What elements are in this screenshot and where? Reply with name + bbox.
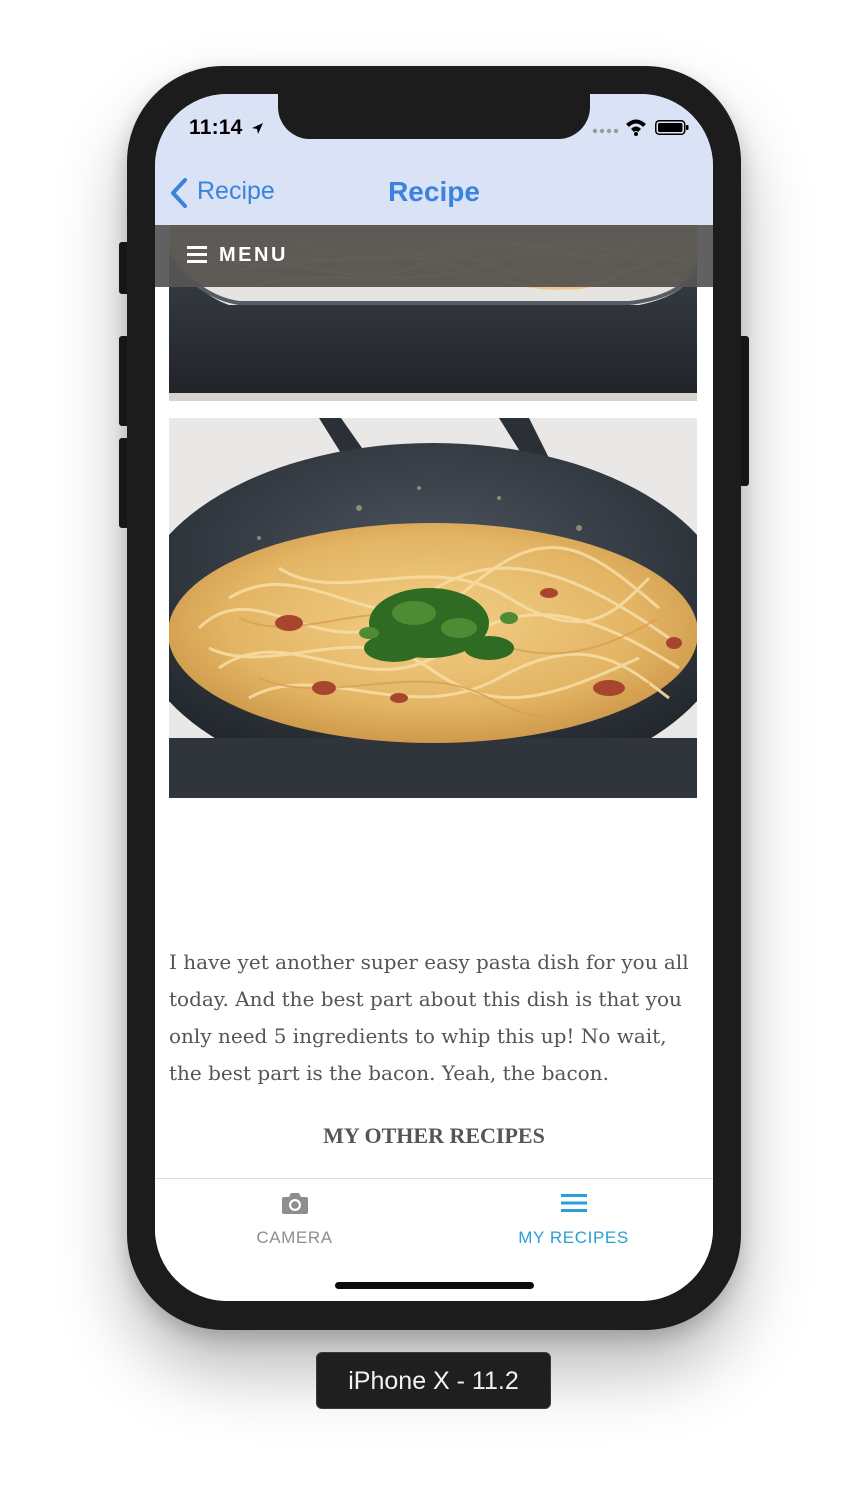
location-arrow-icon (252, 123, 263, 134)
device-screen: MENU I have yet another super easy pasta… (155, 94, 713, 1301)
notch (278, 94, 590, 139)
section-heading: MY OTHER RECIPES (323, 1123, 545, 1148)
tab-camera[interactable]: CAMERA (155, 1179, 434, 1259)
camera-icon (282, 1193, 308, 1214)
page-title: Recipe (388, 176, 480, 207)
signal-icon (592, 128, 619, 134)
status-time: 11:14 (189, 116, 243, 139)
tab-camera-label: CAMERA (256, 1228, 333, 1247)
simulator-device-label: iPhone X - 11.2 (316, 1352, 551, 1409)
web-content[interactable]: MENU I have yet another super easy pasta… (155, 225, 713, 1178)
hamburger-icon (187, 246, 207, 263)
wifi-icon (626, 119, 646, 136)
menu-label: MENU (219, 244, 288, 266)
menu-bar[interactable]: MENU (155, 225, 713, 287)
recipe-description: I have yet another super easy pasta dish… (169, 950, 689, 1085)
pasta-carbonara-photo (169, 418, 697, 798)
tab-my-recipes-label: MY RECIPES (518, 1228, 629, 1247)
home-indicator[interactable] (335, 1282, 534, 1289)
list-icon (561, 1194, 587, 1212)
tab-my-recipes[interactable]: MY RECIPES (434, 1179, 713, 1259)
battery-icon (655, 120, 689, 135)
navigation-bar: 11:14 Recipe Recipe (155, 94, 713, 225)
